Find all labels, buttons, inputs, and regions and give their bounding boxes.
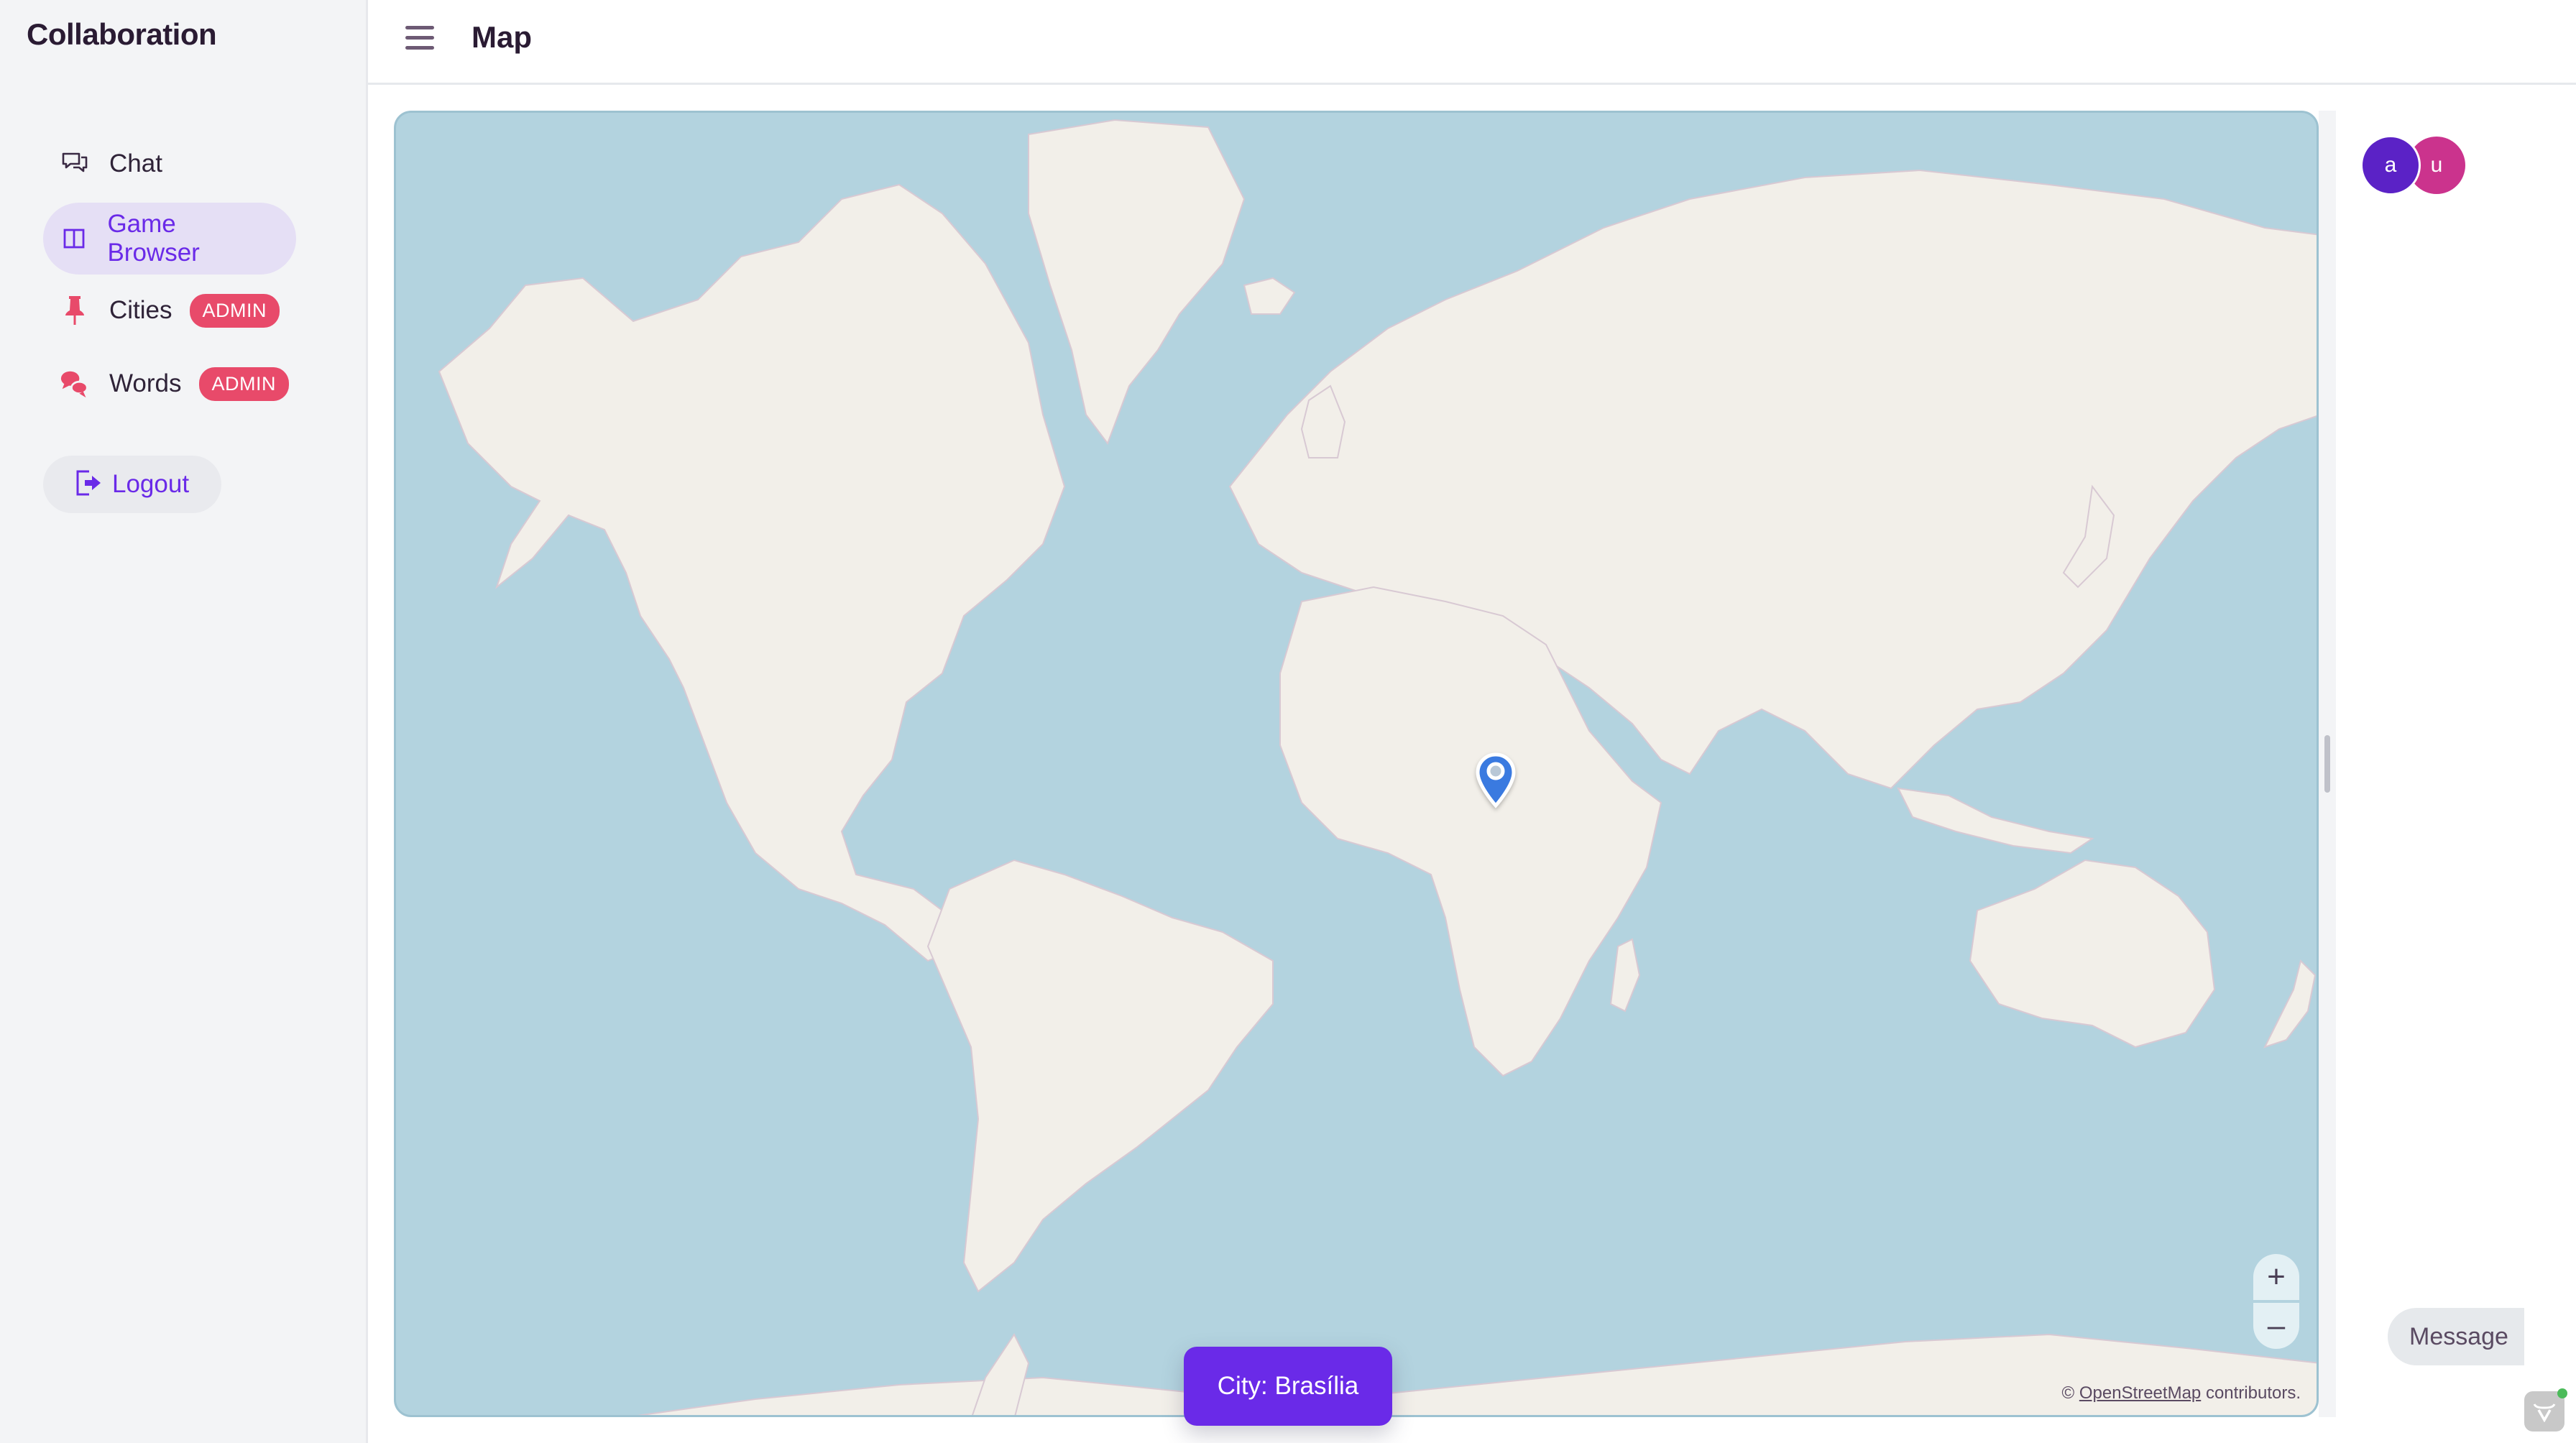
land-greenland — [1028, 119, 1246, 446]
devtools-logo-icon — [2533, 1403, 2556, 1422]
resize-handle[interactable] — [2324, 735, 2330, 793]
map-pin-icon[interactable] — [1476, 752, 1516, 808]
land-new-zealand — [2263, 959, 2317, 1048]
sidebar-item-label: Game Browser — [107, 210, 200, 267]
user-avatars: a u — [2360, 135, 2477, 195]
sidebar: Collaboration Chat Game Browser Cities A… — [0, 0, 368, 1443]
panel-resize-strip — [2319, 111, 2336, 1417]
sidebar-item-chat[interactable]: Chat — [43, 128, 194, 200]
land-iceland — [1243, 277, 1296, 315]
columns-icon — [60, 224, 87, 253]
top-header: Map — [368, 0, 2576, 85]
zoom-control: + – — [2253, 1254, 2299, 1349]
land-north-america — [438, 183, 1066, 962]
openstreetmap-link[interactable]: OpenStreetMap — [2079, 1383, 2201, 1403]
sidebar-item-words[interactable]: Words ADMIN — [43, 348, 321, 420]
attribution-suffix: contributors. — [2205, 1383, 2301, 1403]
map-tiles — [438, 119, 2317, 1415]
copyright-symbol: © — [2061, 1383, 2075, 1403]
dev-tools-button[interactable] — [2524, 1388, 2567, 1432]
avatar[interactable]: a — [2360, 135, 2421, 195]
land-south-america — [926, 859, 1274, 1293]
sidebar-item-game-browser[interactable]: Game Browser — [43, 203, 296, 275]
land-antarctica — [637, 1333, 2317, 1415]
world-map[interactable]: + – © OpenStreetMap contributors. — [394, 111, 2319, 1417]
app-title: Collaboration — [27, 17, 217, 51]
hamburger-icon[interactable] — [405, 26, 434, 50]
logout-button[interactable]: Logout — [43, 456, 221, 513]
admin-badge: ADMIN — [189, 293, 280, 328]
logout-icon — [75, 469, 102, 501]
pushpin-icon — [60, 296, 89, 325]
chat-bubbles-outline-icon — [60, 149, 89, 178]
land-madagascar — [1609, 938, 1641, 1013]
sidebar-item-cities[interactable]: Cities ADMIN — [43, 275, 311, 346]
logout-label: Logout — [112, 470, 190, 498]
status-dot — [2557, 1388, 2567, 1398]
sidebar-item-label: Words — [109, 369, 182, 397]
land-indonesia — [1897, 787, 2094, 854]
page-title: Map — [472, 20, 532, 54]
map-attribution: © OpenStreetMap contributors. — [2061, 1383, 2301, 1403]
sidebar-item-label: Cities — [109, 296, 172, 324]
zoom-in-button[interactable]: + — [2253, 1254, 2299, 1300]
land-australia — [1969, 859, 2216, 1048]
zoom-out-button[interactable]: – — [2253, 1303, 2299, 1349]
admin-badge: ADMIN — [198, 366, 289, 401]
city-banner: City: Brasília — [1184, 1347, 1392, 1426]
sidebar-item-label: Chat — [109, 149, 162, 178]
speech-bubbles-icon — [60, 369, 89, 398]
message-button[interactable]: Message — [2388, 1308, 2524, 1365]
